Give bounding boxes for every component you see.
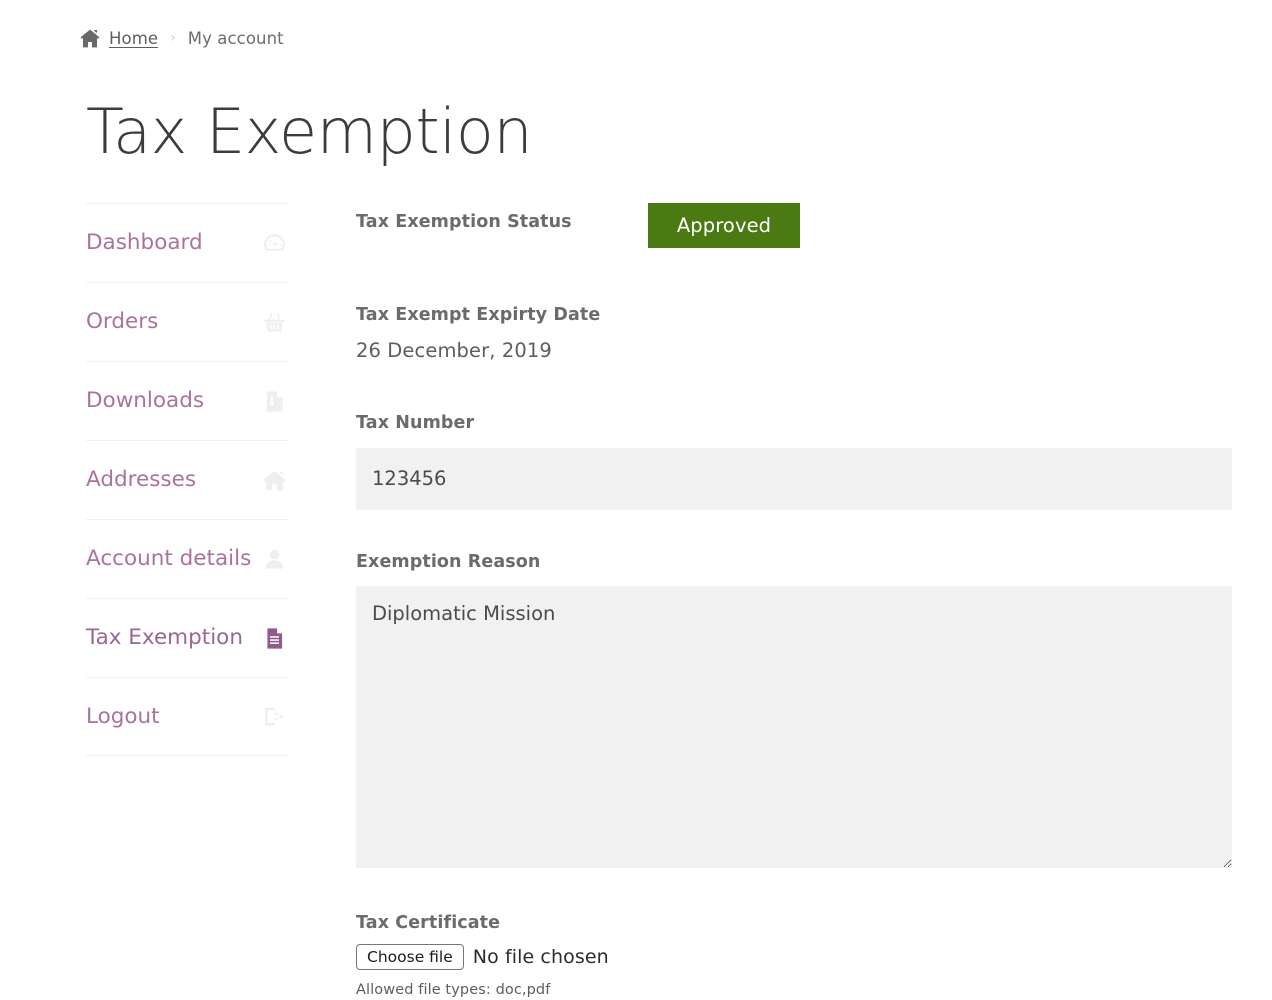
exemption-reason-block: Exemption Reason <box>356 551 1232 868</box>
exemption-reason-textarea[interactable] <box>356 586 1232 868</box>
account-sidebar-nav: Dashboard Orders Downloads Addresses Acc… <box>86 203 289 756</box>
tax-certificate-block: Tax Certificate Choose file No file chos… <box>356 913 1232 998</box>
status-badge: Approved <box>648 203 800 248</box>
sidebar-item-label: Addresses <box>86 467 197 493</box>
home-icon[interactable] <box>80 28 100 48</box>
tax-exempt-expiry-date-label: Tax Exempt Expirty Date <box>356 305 601 325</box>
basket-icon <box>261 309 287 335</box>
breadcrumb-current: My account <box>187 28 284 48</box>
page-title: Tax Exemption <box>86 95 533 168</box>
sidebar-item-addresses[interactable]: Addresses <box>86 440 289 519</box>
sidebar-item-logout[interactable]: Logout <box>86 677 289 756</box>
sidebar-item-downloads[interactable]: Downloads <box>86 361 289 440</box>
sidebar-item-label: Account details <box>86 546 252 572</box>
tax-exemption-form: Tax Exemption Status Approved Tax Exempt… <box>356 203 1232 998</box>
status-row: Tax Exemption Status Approved <box>356 203 1232 248</box>
choose-file-button[interactable]: Choose file <box>356 943 464 970</box>
tax-certificate-label: Tax Certificate <box>356 913 501 933</box>
exemption-reason-label: Exemption Reason <box>356 551 541 572</box>
tax-exemption-status-label: Tax Exemption Status <box>356 212 572 232</box>
sidebar-item-label: Logout <box>86 703 160 729</box>
tax-number-block: Tax Number <box>356 413 1232 510</box>
sidebar-item-dashboard[interactable]: Dashboard <box>86 203 289 282</box>
document-icon <box>261 625 287 651</box>
speedometer-icon <box>261 230 287 256</box>
breadcrumb: Home › My account <box>80 28 284 48</box>
allowed-file-types-hint: Allowed file types: doc,pdf <box>356 981 551 998</box>
sidebar-item-tax-exemption[interactable]: Tax Exemption <box>86 598 289 677</box>
file-upload-row: Choose file No file chosen <box>356 943 1232 970</box>
house-icon <box>261 467 287 493</box>
sidebar-item-label: Tax Exemption <box>86 625 243 651</box>
person-icon <box>261 546 287 572</box>
sidebar-item-account-details[interactable]: Account details <box>86 519 289 598</box>
file-status-text: No file chosen <box>472 945 609 968</box>
expiry-block: Tax Exempt Expirty Date 26 December, 201… <box>356 305 1232 362</box>
sign-out-icon <box>261 704 287 730</box>
tax-exempt-expiry-date-value: 26 December, 2019 <box>356 338 552 362</box>
tax-number-input[interactable] <box>356 447 1232 510</box>
breadcrumb-home-link[interactable]: Home <box>109 29 158 48</box>
sidebar-item-label: Downloads <box>86 388 205 414</box>
breadcrumb-separator: › <box>170 30 176 46</box>
sidebar-item-label: Orders <box>86 309 159 335</box>
tax-number-label: Tax Number <box>356 413 475 433</box>
download-file-icon <box>261 388 287 414</box>
sidebar-item-label: Dashboard <box>86 230 203 256</box>
sidebar-item-orders[interactable]: Orders <box>86 282 289 361</box>
